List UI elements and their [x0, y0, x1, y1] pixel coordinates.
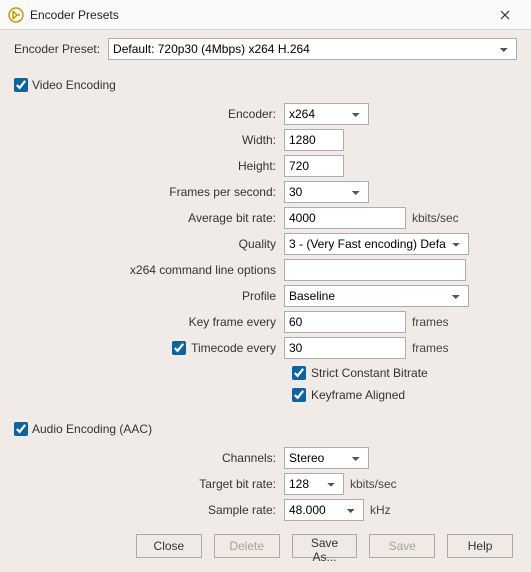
delete-button[interactable]: Delete: [214, 534, 280, 558]
video-encoding-checkbox[interactable]: [14, 78, 28, 92]
timecode-suffix: frames: [412, 341, 449, 355]
abr-input[interactable]: [284, 207, 406, 229]
content-area: Encoder Preset: Default: 720p30 (4Mbps) …: [0, 30, 531, 572]
button-row: Close Delete Save As... Save Help: [14, 524, 517, 564]
quality-label: Quality: [14, 237, 284, 251]
encoder-label: Encoder:: [14, 107, 284, 121]
audio-encoding-checkbox[interactable]: [14, 422, 28, 436]
keyframe-suffix: frames: [412, 315, 449, 329]
timecode-label: Timecode every: [191, 341, 276, 355]
tbr-select[interactable]: 128: [284, 473, 344, 495]
profile-label: Profile: [14, 289, 284, 303]
timecode-checkbox[interactable]: [172, 341, 186, 355]
audio-encoding-label: Audio Encoding (AAC): [32, 422, 152, 436]
encoder-preset-row: Encoder Preset: Default: 720p30 (4Mbps) …: [14, 38, 517, 60]
cmd-label: x264 command line options: [14, 263, 284, 277]
window-title: Encoder Presets: [30, 8, 485, 22]
keyframe-aligned-label: Keyframe Aligned: [311, 388, 405, 402]
video-encoding-label: Video Encoding: [32, 78, 116, 92]
app-icon: [8, 7, 24, 23]
encoder-preset-select[interactable]: Default: 720p30 (4Mbps) x264 H.264: [108, 38, 517, 60]
save-as-button[interactable]: Save As...: [292, 534, 358, 558]
strict-cbr-checkbox[interactable]: [292, 366, 306, 380]
fps-label: Frames per second:: [14, 185, 284, 199]
height-label: Height:: [14, 159, 284, 173]
tbr-label: Target bit rate:: [14, 477, 284, 491]
keyframe-aligned-checkbox[interactable]: [292, 388, 306, 402]
save-button[interactable]: Save: [369, 534, 435, 558]
abr-label: Average bit rate:: [14, 211, 284, 225]
channels-label: Channels:: [14, 451, 284, 465]
sr-select[interactable]: 48.000: [284, 499, 364, 521]
close-button[interactable]: Close: [136, 534, 202, 558]
tbr-suffix: kbits/sec: [350, 477, 397, 491]
titlebar: Encoder Presets: [0, 0, 531, 30]
encoder-preset-label: Encoder Preset:: [14, 42, 100, 56]
width-label: Width:: [14, 133, 284, 147]
strict-cbr-label: Strict Constant Bitrate: [311, 366, 428, 380]
help-button[interactable]: Help: [447, 534, 513, 558]
video-encoding-group: Video Encoding Encoder: x264 Width: Heig…: [14, 72, 517, 406]
width-input[interactable]: [284, 129, 344, 151]
timecode-input[interactable]: [284, 337, 406, 359]
channels-select[interactable]: Stereo: [284, 447, 369, 469]
cmd-input[interactable]: [284, 259, 466, 281]
encoder-select[interactable]: x264: [284, 103, 369, 125]
close-window-button[interactable]: [485, 0, 525, 30]
abr-suffix: kbits/sec: [412, 211, 459, 225]
quality-select[interactable]: 3 - (Very Fast encoding) Default: [284, 233, 469, 255]
sr-suffix: kHz: [370, 503, 391, 517]
height-input[interactable]: [284, 155, 344, 177]
keyframe-label: Key frame every: [14, 315, 284, 329]
sr-label: Sample rate:: [14, 503, 284, 517]
profile-select[interactable]: Baseline: [284, 285, 469, 307]
audio-encoding-group: Audio Encoding (AAC) Channels: Stereo Ta…: [14, 416, 517, 522]
keyframe-input[interactable]: [284, 311, 406, 333]
close-icon: [500, 10, 510, 20]
fps-select[interactable]: 30: [284, 181, 369, 203]
